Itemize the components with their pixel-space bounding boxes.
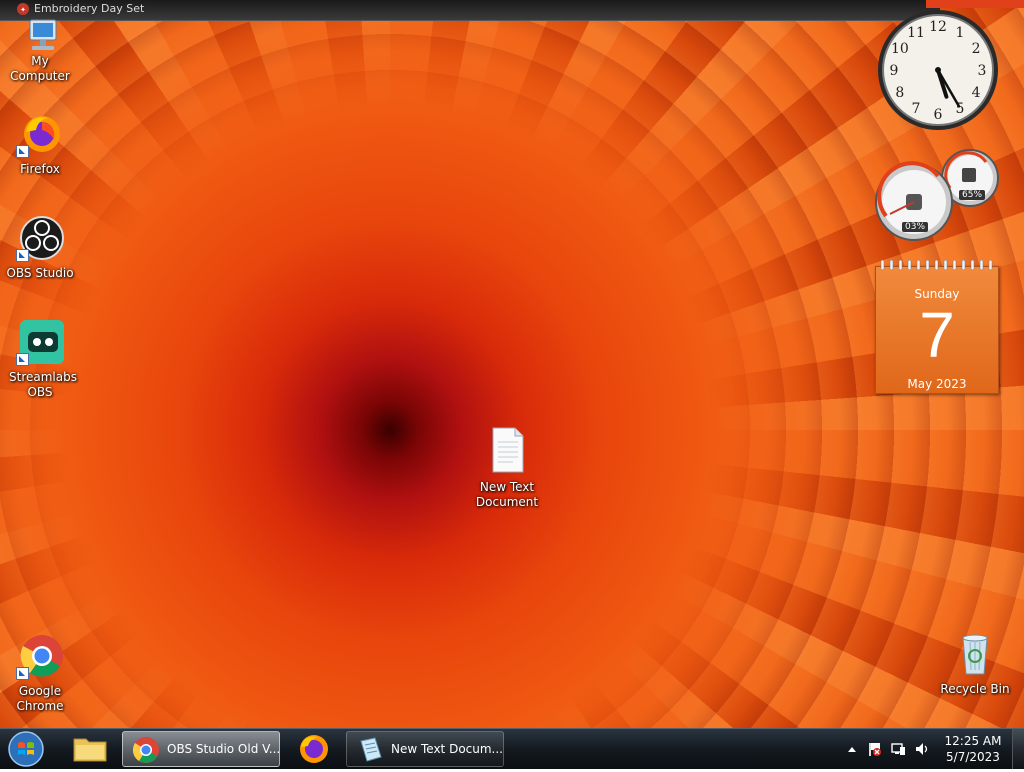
show-hidden-icons-button[interactable]: [844, 741, 860, 757]
clock-number: 4: [972, 85, 981, 101]
desktop-icon-label: OBS Studio: [6, 266, 74, 280]
obs-icon: [16, 214, 64, 262]
action-center-tray-icon[interactable]: [866, 741, 882, 757]
calendar-ring: [979, 259, 984, 271]
desktop-icon-recycle-bin[interactable]: Recycle Bin: [935, 630, 1015, 697]
calendar-ring: [943, 259, 948, 271]
desktop-icon-label: New Text Document: [475, 480, 539, 509]
clock-number: 7: [912, 101, 921, 117]
clock-number: 11: [907, 25, 925, 41]
desktop-icon-obs-studio[interactable]: OBS Studio: [0, 214, 80, 281]
calendar-month-year: May 2023: [907, 377, 967, 391]
taskbar-task-label: OBS Studio Old V...: [167, 742, 281, 756]
desktop-icon-new-text-document[interactable]: New Text Document: [467, 426, 547, 510]
streamlabs-icon: [16, 318, 64, 366]
desktop-icon-streamlabs-obs[interactable]: Streamlabs OBS: [0, 318, 80, 400]
shortcut-arrow-icon: [16, 667, 29, 680]
shortcut-arrow-icon: [16, 353, 29, 366]
calendar-ring: [907, 259, 912, 271]
cpu-usage-value: 03%: [902, 222, 929, 232]
calendar-page: Sunday 7 May 2023: [875, 266, 999, 394]
calendar-ring: [916, 259, 921, 271]
desktop-icon-label: Firefox: [20, 162, 60, 176]
clock-number: 1: [956, 25, 965, 41]
desktop-icon-firefox[interactable]: Firefox: [0, 110, 80, 177]
taskbar-task-chrome[interactable]: OBS Studio Old V...: [122, 731, 280, 767]
clock-number: 9: [890, 63, 899, 79]
computer-icon: [16, 14, 64, 62]
firefox-icon: [300, 735, 328, 763]
clock-number: 8: [895, 85, 904, 101]
calendar-gadget[interactable]: Sunday 7 May 2023: [875, 258, 999, 394]
desktop-icon-label: Recycle Bin: [940, 682, 1010, 696]
desktop-icon-label: Google Chrome: [16, 684, 64, 713]
memory-usage-value: 65%: [959, 190, 986, 200]
taskbar-task-notepad[interactable]: New Text Docum...: [346, 731, 504, 767]
calendar-date: 7: [919, 299, 955, 371]
windows-logo-icon: [8, 731, 44, 767]
taskbar-date: 5/7/2023: [946, 750, 1000, 764]
recycle-bin-icon: [951, 630, 999, 678]
folder-icon: [73, 738, 107, 762]
chevron-up-icon: [848, 747, 856, 752]
shortcut-arrow-icon: [16, 249, 29, 262]
desktop-icon-label: Streamlabs OBS: [9, 370, 77, 399]
calendar-ring: [889, 259, 894, 271]
taskbar-firefox-button[interactable]: [288, 731, 340, 767]
network-tray-icon[interactable]: [890, 741, 906, 757]
calendar-ring: [925, 259, 930, 271]
desktop-icon-my-computer[interactable]: My Computer: [0, 14, 80, 84]
desktop-icon-google-chrome[interactable]: Google Chrome: [0, 632, 80, 714]
calendar-ring: [952, 259, 957, 271]
firefox-icon: [16, 110, 64, 158]
chrome-icon: [132, 737, 159, 763]
text-file-icon: [483, 426, 531, 474]
svg-text:✦: ✦: [20, 6, 26, 14]
chrome-icon: [16, 632, 64, 680]
clock-number: 3: [978, 63, 987, 79]
calendar-ring: [934, 259, 939, 271]
cpu-meter-gadget[interactable]: 03% 65%: [874, 148, 1000, 242]
calendar-ring: [898, 259, 903, 271]
taskbar-explorer-button[interactable]: [64, 731, 116, 767]
desktop[interactable]: ✦ Embroidery Day Set My Computer Firefox…: [0, 0, 1024, 728]
taskbar-time: 12:25 AM: [944, 734, 1002, 748]
clock-number: 12: [929, 19, 947, 35]
calendar-ring: [880, 259, 885, 271]
calendar-ring: [961, 259, 966, 271]
taskbar: OBS Studio Old V... New Text Docum... 12…: [0, 728, 1024, 769]
network-icon: [891, 743, 905, 755]
show-desktop-button[interactable]: [1012, 729, 1024, 769]
start-button[interactable]: [4, 730, 48, 768]
background-window-titlebar[interactable]: ✦ Embroidery Day Set: [0, 0, 940, 21]
clock-number: 10: [891, 41, 909, 57]
flag-warning-icon: [869, 743, 881, 756]
clock-number: 6: [934, 107, 943, 123]
volume-tray-icon[interactable]: [914, 741, 930, 757]
calendar-rings: [880, 259, 993, 271]
calendar-ring: [970, 259, 975, 271]
taskbar-clock[interactable]: 12:25 AM 5/7/2023: [936, 733, 1010, 765]
clock-number: 2: [972, 41, 981, 57]
clock-gadget[interactable]: 12 1 2 3 4 5 6 7 8 9 10 11: [876, 8, 1000, 132]
analog-clock: 12 1234567891011: [878, 10, 998, 130]
notepad-icon: [360, 737, 382, 762]
taskbar-task-label: New Text Docum...: [391, 742, 503, 756]
window-edge: [926, 0, 1024, 8]
calendar-ring: [988, 259, 993, 271]
speaker-icon: [916, 743, 928, 755]
shortcut-arrow-icon: [16, 145, 29, 158]
